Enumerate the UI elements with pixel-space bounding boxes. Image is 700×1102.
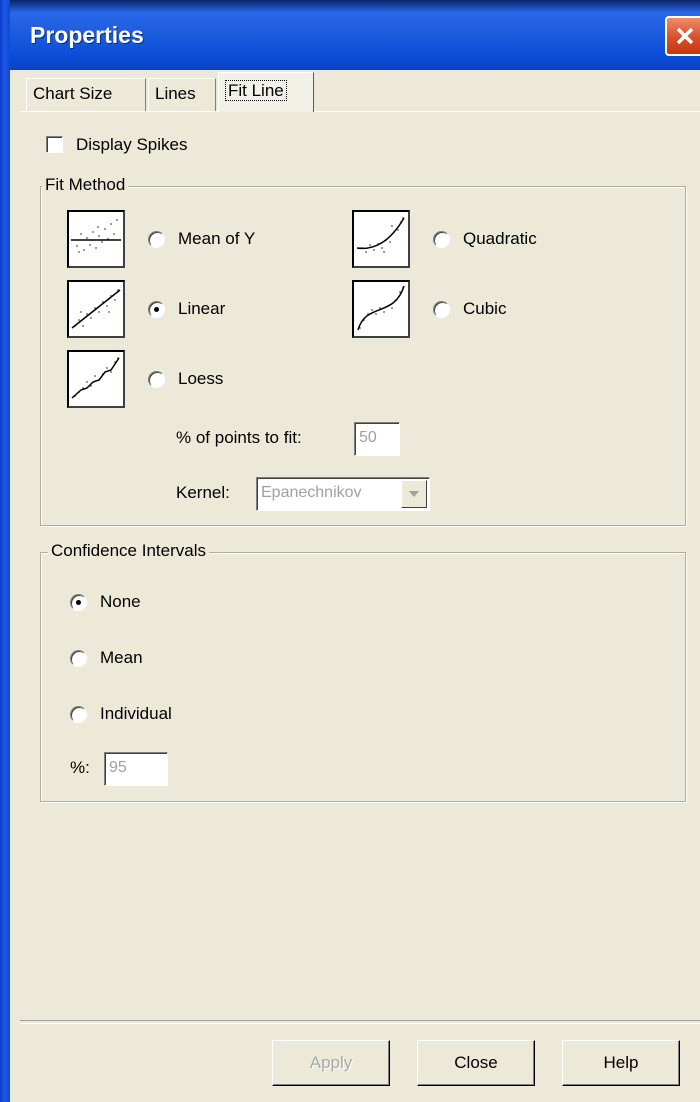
- ci-mean-radio[interactable]: [70, 650, 87, 667]
- kernel-select[interactable]: Epanechnikov: [256, 477, 430, 511]
- close-window-button[interactable]: [665, 16, 700, 56]
- window-title: Properties: [30, 22, 144, 48]
- button-bar-separator: [20, 1020, 700, 1024]
- confidence-intervals-title: Confidence Intervals: [48, 541, 209, 561]
- loess-radio[interactable]: [148, 371, 165, 388]
- quadratic-plot-icon: [352, 210, 410, 268]
- cubic-radio[interactable]: [433, 301, 450, 318]
- title-bar[interactable]: Properties: [10, 0, 700, 70]
- ci-none-radio[interactable]: [70, 594, 87, 611]
- cubic-label[interactable]: Cubic: [463, 299, 506, 319]
- mean-of-y-plot-icon: [67, 210, 125, 268]
- close-icon: [676, 27, 694, 45]
- kernel-dropdown-button[interactable]: [401, 480, 427, 508]
- linear-radio[interactable]: [148, 301, 165, 318]
- display-spikes-label[interactable]: Display Spikes: [76, 135, 188, 155]
- ci-mean-label[interactable]: Mean: [100, 648, 143, 668]
- ci-individual-label[interactable]: Individual: [100, 704, 172, 724]
- mean-of-y-label[interactable]: Mean of Y: [178, 229, 255, 249]
- ci-percent-label: %:: [70, 758, 90, 777]
- loess-plot-icon: [67, 350, 125, 408]
- ci-percent-input[interactable]: 95: [104, 752, 168, 786]
- tab-fit-line[interactable]: Fit Line: [218, 72, 314, 112]
- linear-label[interactable]: Linear: [178, 299, 225, 319]
- mean-of-y-radio[interactable]: [148, 231, 165, 248]
- ci-none-label[interactable]: None: [100, 592, 141, 612]
- chevron-down-icon: [409, 491, 419, 497]
- ci-individual-radio[interactable]: [70, 706, 87, 723]
- fit-method-title: Fit Method: [42, 175, 129, 195]
- tab-label: Fit Line: [225, 80, 287, 101]
- kernel-select-value: Epanechnikov: [261, 484, 362, 501]
- display-spikes-checkbox[interactable]: [46, 136, 63, 153]
- quadratic-label[interactable]: Quadratic: [463, 229, 537, 249]
- tab-lines[interactable]: Lines: [148, 78, 216, 112]
- help-button[interactable]: Help: [562, 1040, 680, 1086]
- window-frame: [0, 0, 10, 1102]
- tab-label: Lines: [155, 84, 196, 103]
- points-to-fit-label: % of points to fit:: [176, 428, 302, 447]
- cubic-plot-icon: [352, 280, 410, 338]
- points-to-fit-input[interactable]: 50: [354, 422, 400, 456]
- tab-label: Chart Size: [33, 84, 113, 103]
- apply-button[interactable]: Apply: [272, 1040, 390, 1086]
- kernel-label: Kernel:: [176, 483, 230, 502]
- quadratic-radio[interactable]: [433, 231, 450, 248]
- tab-divider: [20, 111, 700, 112]
- loess-label[interactable]: Loess: [178, 369, 223, 389]
- linear-plot-icon: [67, 280, 125, 338]
- close-button[interactable]: Close: [417, 1040, 535, 1086]
- tab-chart-size[interactable]: Chart Size: [26, 78, 146, 112]
